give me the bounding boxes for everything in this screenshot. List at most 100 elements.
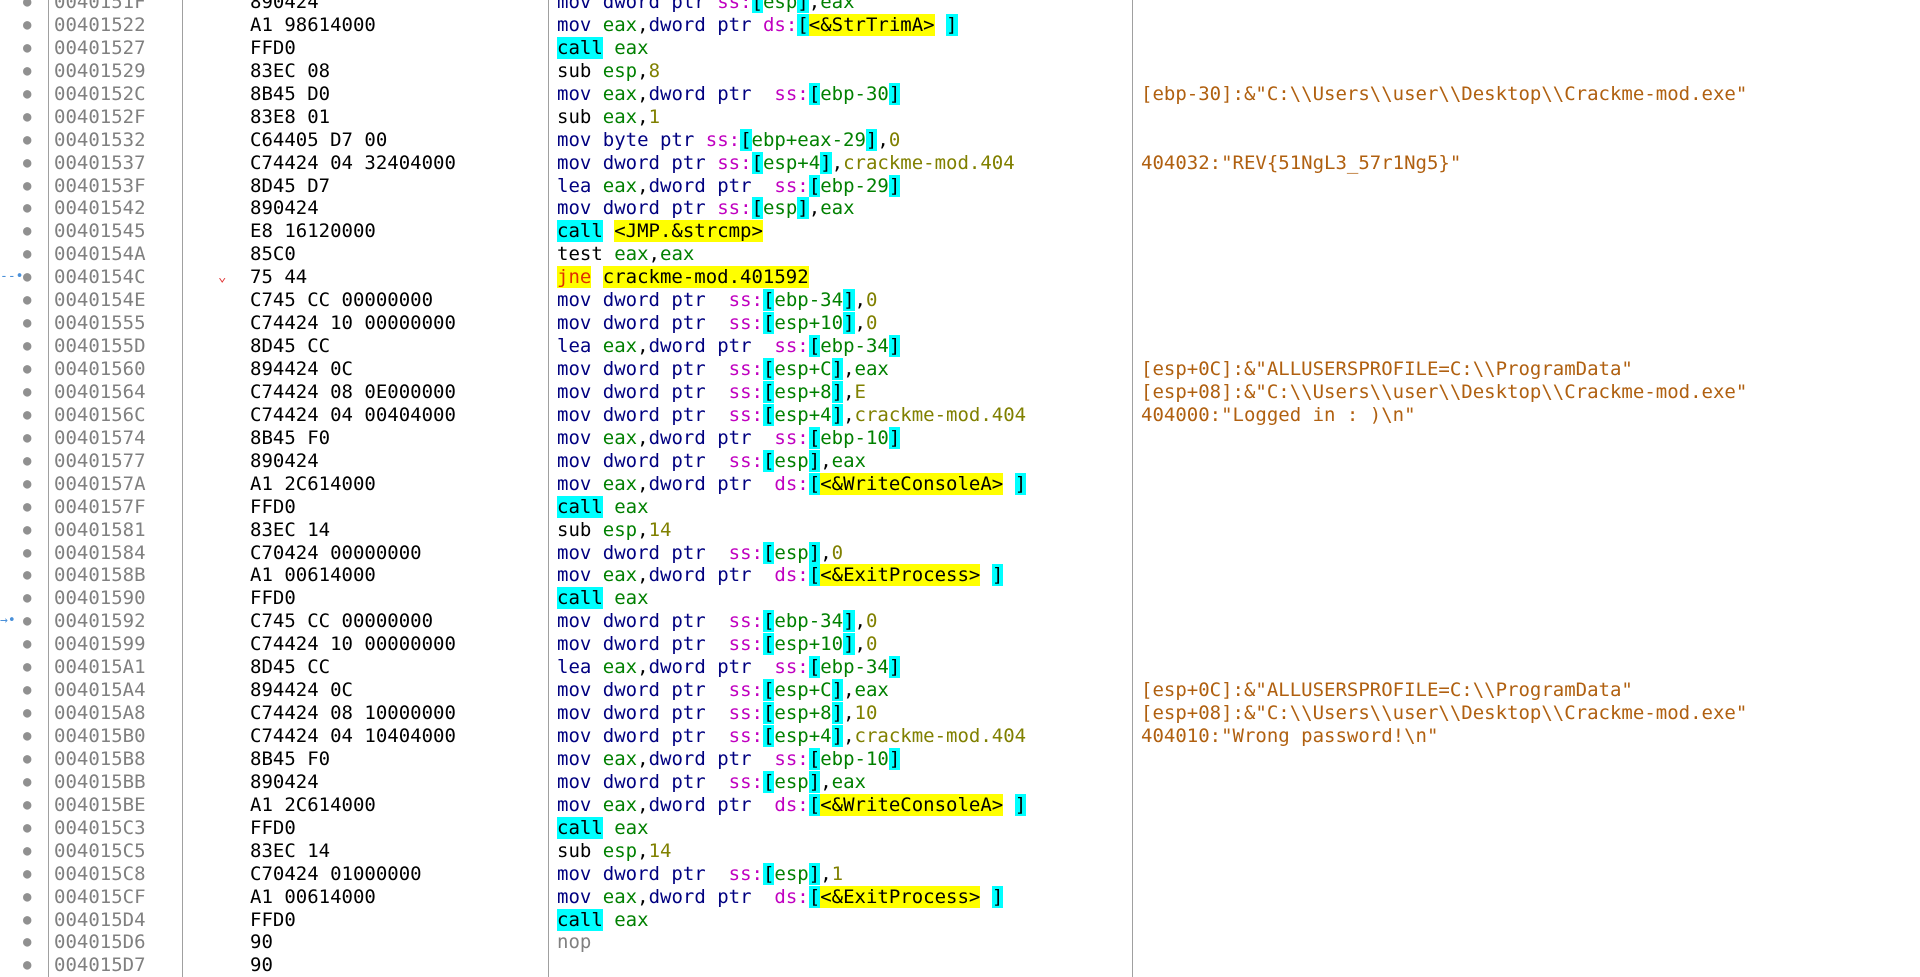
- instruction-cell[interactable]: mov dword ptr ss:[esp],1: [557, 862, 843, 886]
- table-row[interactable]: ● 0040154A 85C0 test eax,eax: [0, 243, 1920, 266]
- table-row[interactable]: ● 004015C3 FFD0 call eax: [0, 816, 1920, 840]
- table-row[interactable]: →• ● 00401592 C745 CC 00000000 mov dword ptr…: [0, 610, 1920, 633]
- address-cell[interactable]: 0040152F: [54, 106, 146, 129]
- table-row[interactable]: ● 0040158B A1 00614000 mov eax,dword ptr ds…: [0, 564, 1920, 587]
- table-row[interactable]: ● 0040156C C74424 04 00404000 mov dword ptr…: [0, 403, 1920, 427]
- table-row[interactable]: ● 00401574 8B45 F0 mov eax,dword ptr ss:[eb…: [0, 426, 1920, 450]
- address-cell[interactable]: 0040151F: [54, 0, 146, 14]
- breakpoint-bullet-icon[interactable]: ●: [23, 83, 35, 106]
- table-row[interactable]: ● 0040153F 8D45 D7 lea eax,dword ptr ss:[eb…: [0, 174, 1920, 198]
- instruction-cell[interactable]: mov dword ptr ss:[esp+4],crackme-mod.404: [557, 725, 1026, 748]
- table-row[interactable]: ● 0040152C 8B45 D0 mov eax,dword ptr ss:[eb…: [0, 82, 1920, 106]
- instruction-cell[interactable]: lea eax,dword ptr ss:[ebp-34]: [557, 656, 901, 679]
- table-row[interactable]: ● 004015D4 FFD0 call eax: [0, 908, 1920, 932]
- chevron-down-icon[interactable]: ⌄: [218, 266, 226, 289]
- address-cell[interactable]: 00401577: [54, 450, 146, 473]
- breakpoint-bullet-icon[interactable]: ●: [23, 60, 35, 83]
- table-row[interactable]: ● 004015A4 894424 0C mov dword ptr ss:[esp+…: [0, 679, 1920, 702]
- breakpoint-bullet-icon[interactable]: ●: [23, 633, 35, 656]
- table-row[interactable]: ● 004015B8 8B45 F0 mov eax,dword ptr ss:[eb…: [0, 747, 1920, 771]
- address-cell[interactable]: 00401545: [54, 220, 146, 243]
- breakpoint-bullet-icon[interactable]: ●: [23, 450, 35, 473]
- breakpoint-bullet-icon[interactable]: ●: [23, 197, 35, 220]
- instruction-cell[interactable]: mov eax,dword ptr ds:[<&WriteConsoleA> ]: [557, 472, 1027, 496]
- breakpoint-bullet-icon[interactable]: ●: [23, 771, 35, 794]
- address-cell[interactable]: 0040154C: [54, 266, 146, 289]
- breakpoint-bullet-icon[interactable]: ●: [23, 610, 35, 633]
- address-cell[interactable]: 004015A4: [54, 679, 146, 702]
- table-row[interactable]: ● 00401584 C70424 00000000 mov dword ptr ss…: [0, 541, 1920, 565]
- table-row[interactable]: ● 00401590 FFD0 call eax: [0, 587, 1920, 610]
- breakpoint-bullet-icon[interactable]: ●: [23, 312, 35, 335]
- instruction-cell[interactable]: mov dword ptr ss:[esp],eax: [557, 0, 855, 14]
- breakpoint-bullet-icon[interactable]: ●: [23, 0, 35, 14]
- table-row[interactable]: ● 00401529 83EC 08 sub esp,8: [0, 60, 1920, 83]
- breakpoint-bullet-icon[interactable]: ●: [23, 886, 35, 909]
- address-cell[interactable]: 00401529: [54, 60, 146, 83]
- address-cell[interactable]: 004015C3: [54, 817, 146, 840]
- instruction-cell[interactable]: lea eax,dword ptr ss:[ebp-34]: [557, 335, 901, 358]
- disassembly-view[interactable]: ● 0040151F 890424 mov dword ptr ss:[esp],ea…: [0, 0, 1920, 977]
- table-row[interactable]: ● 00401545 E8 16120000 call <JMP.&strcmp>: [0, 220, 1920, 243]
- breakpoint-bullet-icon[interactable]: ●: [23, 748, 35, 771]
- breakpoint-bullet-icon[interactable]: ●: [23, 863, 35, 886]
- instruction-cell[interactable]: lea eax,dword ptr ss:[ebp-29]: [557, 174, 901, 198]
- table-row[interactable]: ● 0040157A A1 2C614000 mov eax,dword ptr ds…: [0, 472, 1920, 496]
- instruction-cell[interactable]: call eax: [557, 495, 649, 519]
- instruction-cell[interactable]: jne crackme-mod.401592: [557, 266, 809, 289]
- breakpoint-bullet-icon[interactable]: ●: [23, 381, 35, 404]
- address-cell[interactable]: 0040156C: [54, 404, 146, 427]
- table-row[interactable]: --• ● 0040154C ⌄ 75 44 jne crackme-mod.401592: [0, 266, 1920, 289]
- instruction-cell[interactable]: mov dword ptr ss:[esp+4],crackme-mod.404: [557, 151, 1015, 175]
- instruction-cell[interactable]: mov dword ptr ss:[esp+10],0: [557, 633, 877, 656]
- address-cell[interactable]: 0040154A: [54, 243, 146, 266]
- address-cell[interactable]: 004015A8: [54, 702, 146, 725]
- table-row[interactable]: ● 004015C5 83EC 14 sub esp,14: [0, 840, 1920, 863]
- table-row[interactable]: ● 0040157F FFD0 call eax: [0, 495, 1920, 519]
- instruction-cell[interactable]: mov dword ptr ss:[esp+8],E: [557, 380, 866, 404]
- table-row[interactable]: ● 0040152F 83E8 01 sub eax,1: [0, 106, 1920, 129]
- instruction-cell[interactable]: call eax: [557, 908, 649, 932]
- breakpoint-bullet-icon[interactable]: ●: [23, 289, 35, 312]
- table-row[interactable]: ● 004015BE A1 2C614000 mov eax,dword ptr ds…: [0, 793, 1920, 817]
- breakpoint-bullet-icon[interactable]: ●: [23, 840, 35, 863]
- breakpoint-bullet-icon[interactable]: ●: [23, 243, 35, 266]
- address-cell[interactable]: 00401599: [54, 633, 146, 656]
- breakpoint-bullet-icon[interactable]: ●: [23, 564, 35, 587]
- table-row[interactable]: ● 004015C8 C70424 01000000 mov dword ptr ss…: [0, 862, 1920, 886]
- instruction-cell[interactable]: mov dword ptr ss:[esp],eax: [557, 449, 866, 473]
- table-row[interactable]: ● 00401527 FFD0 call eax: [0, 36, 1920, 60]
- instruction-cell[interactable]: nop: [557, 931, 591, 954]
- address-cell[interactable]: 00401590: [54, 587, 146, 610]
- address-cell[interactable]: 00401532: [54, 129, 146, 152]
- table-row[interactable]: ● 004015BB 890424 mov dword ptr ss:[esp],ea…: [0, 770, 1920, 794]
- table-row[interactable]: ● 0040154E C745 CC 00000000 mov dword ptr s…: [0, 289, 1920, 312]
- instruction-cell[interactable]: mov eax,dword ptr ss:[ebp-10]: [557, 747, 901, 771]
- address-cell[interactable]: 004015B8: [54, 748, 146, 771]
- address-cell[interactable]: 004015CF: [54, 886, 146, 909]
- breakpoint-bullet-icon[interactable]: ●: [23, 931, 35, 954]
- address-cell[interactable]: 0040155D: [54, 335, 146, 358]
- breakpoint-bullet-icon[interactable]: ●: [23, 656, 35, 679]
- instruction-cell[interactable]: call eax: [557, 587, 649, 610]
- address-cell[interactable]: 004015B0: [54, 725, 146, 748]
- address-cell[interactable]: 00401537: [54, 152, 146, 175]
- breakpoint-bullet-icon[interactable]: ●: [23, 587, 35, 610]
- address-cell[interactable]: 004015C8: [54, 863, 146, 886]
- breakpoint-bullet-icon[interactable]: ●: [23, 954, 35, 977]
- breakpoint-bullet-icon[interactable]: ●: [23, 358, 35, 381]
- table-row[interactable]: ● 00401532 C64405 D7 00 mov byte ptr ss:[eb…: [0, 128, 1920, 152]
- table-row[interactable]: ● 004015B0 C74424 04 10404000 mov dword ptr…: [0, 725, 1920, 748]
- address-cell[interactable]: 00401564: [54, 381, 146, 404]
- address-cell[interactable]: 0040154E: [54, 289, 146, 312]
- breakpoint-bullet-icon[interactable]: ●: [23, 266, 35, 289]
- breakpoint-bullet-icon[interactable]: ●: [23, 679, 35, 702]
- instruction-cell[interactable]: call <JMP.&strcmp>: [557, 220, 763, 243]
- instruction-cell[interactable]: mov dword ptr ss:[esp],eax: [557, 770, 866, 794]
- instruction-cell[interactable]: mov eax,dword ptr ds:[<&ExitProcess> ]: [557, 885, 1004, 909]
- instruction-cell[interactable]: sub esp,14: [557, 519, 671, 542]
- instruction-cell[interactable]: mov dword ptr ss:[esp+8],10: [557, 702, 877, 725]
- table-row[interactable]: ● 00401599 C74424 10 00000000 mov dword ptr…: [0, 633, 1920, 656]
- instruction-cell[interactable]: mov eax,dword ptr ds:[<&ExitProcess> ]: [557, 564, 1004, 587]
- breakpoint-bullet-icon[interactable]: ●: [23, 725, 35, 748]
